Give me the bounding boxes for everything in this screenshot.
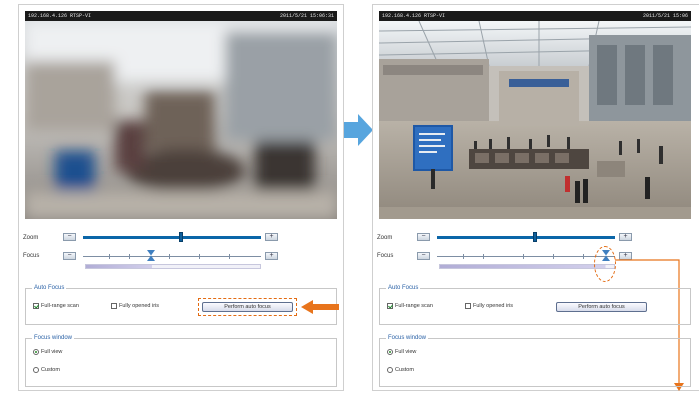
zoom-out-button[interactable]: − (63, 233, 76, 241)
fully-opened-iris-option[interactable]: Fully opened iris (111, 303, 159, 309)
zoom-label: Zoom (23, 235, 39, 241)
full-range-scan-option[interactable]: Full-range scan (387, 303, 433, 309)
camera-ip-label: 192.168.4.126 RTSP-VI (28, 13, 92, 19)
full-view-option[interactable]: Full view (387, 349, 416, 355)
transition-arrow-icon (344, 114, 373, 146)
camera-panel-after: 192.168.4.126 RTSP-VI 2011/5/21 15:06 Zo… (372, 4, 699, 391)
full-view-label: Full view (41, 349, 63, 355)
focus-tick (109, 254, 110, 259)
pointer-arrow-icon (301, 300, 339, 314)
focus-window-group: Focus window (379, 335, 691, 387)
zoom-track[interactable] (83, 236, 261, 239)
zoom-slider-thumb[interactable] (178, 232, 183, 242)
blurred-airport-scene (25, 21, 337, 219)
focus-tick (129, 254, 130, 259)
auto-focus-title: Auto Focus (388, 285, 419, 291)
zoom-out-button[interactable]: − (417, 233, 430, 241)
focus-value-bar (85, 264, 261, 269)
focus-slider-thumb-icon[interactable] (146, 250, 155, 261)
focus-tick (463, 254, 464, 259)
fully-opened-iris-checkbox[interactable] (111, 303, 117, 309)
auto-focus-title: Auto Focus (34, 285, 65, 291)
focus-tick (553, 254, 554, 259)
custom-label: Custom (395, 367, 414, 373)
zoom-slider-thumb[interactable] (532, 232, 537, 242)
zoom-in-button[interactable]: + (619, 233, 632, 241)
full-range-scan-label: Full-range scan (395, 303, 433, 309)
focus-near-button[interactable]: − (417, 252, 430, 260)
focus-near-button[interactable]: − (63, 252, 76, 260)
focus-label: Focus (23, 253, 40, 259)
focus-tick (199, 254, 200, 259)
focus-far-button[interactable]: + (265, 252, 278, 260)
full-range-scan-label: Full-range scan (41, 303, 79, 309)
focus-window-group: Focus window (25, 335, 337, 387)
focus-value-bar (439, 264, 615, 269)
full-view-radio[interactable] (387, 349, 393, 355)
full-view-radio[interactable] (33, 349, 39, 355)
fully-opened-iris-label: Fully opened iris (119, 303, 160, 309)
zoom-in-button[interactable]: + (265, 233, 278, 241)
video-title-bar: 192.168.4.126 RTSP-VI 2011/5/21 15:06:31 (25, 11, 337, 21)
full-view-option[interactable]: Full view (33, 349, 62, 355)
full-range-scan-checkbox[interactable] (387, 303, 393, 309)
custom-option[interactable]: Custom (387, 367, 414, 373)
focus-tick (229, 254, 230, 259)
focus-tick (523, 254, 524, 259)
timestamp-label: 2011/5/21 15:06:31 (279, 13, 334, 19)
custom-radio[interactable] (387, 367, 393, 373)
live-video-view[interactable] (25, 21, 337, 219)
custom-option[interactable]: Custom (33, 367, 60, 373)
custom-label: Custom (41, 367, 60, 373)
focus-tick (483, 254, 484, 259)
full-range-scan-option[interactable]: Full-range scan (33, 303, 79, 309)
fully-opened-iris-checkbox[interactable] (465, 303, 471, 309)
full-view-label: Full view (395, 349, 417, 355)
zoom-track[interactable] (437, 236, 615, 239)
video-title-bar: 192.168.4.126 RTSP-VI 2011/5/21 15:06 (379, 11, 691, 21)
custom-radio[interactable] (33, 367, 39, 373)
focus-tick (169, 254, 170, 259)
perform-auto-focus-button[interactable]: Perform auto focus (556, 302, 647, 312)
zoom-label: Zoom (377, 235, 393, 241)
full-range-scan-checkbox[interactable] (33, 303, 39, 309)
focus-window-title: Focus window (388, 335, 427, 341)
fully-opened-iris-option[interactable]: Fully opened iris (465, 303, 513, 309)
focus-label: Focus (377, 253, 394, 259)
timestamp-label: 2011/5/21 15:06 (642, 13, 688, 19)
camera-panel-before: 192.168.4.126 RTSP-VI 2011/5/21 15:06:31 (18, 4, 344, 391)
fully-opened-iris-label: Fully opened iris (473, 303, 514, 309)
live-video-view[interactable] (379, 21, 691, 219)
button-highlight-box (198, 298, 297, 316)
focus-tick (583, 254, 584, 259)
airport-scene (379, 21, 691, 219)
camera-ip-label: 192.168.4.126 RTSP-VI (382, 13, 446, 19)
focus-window-title: Focus window (34, 335, 73, 341)
